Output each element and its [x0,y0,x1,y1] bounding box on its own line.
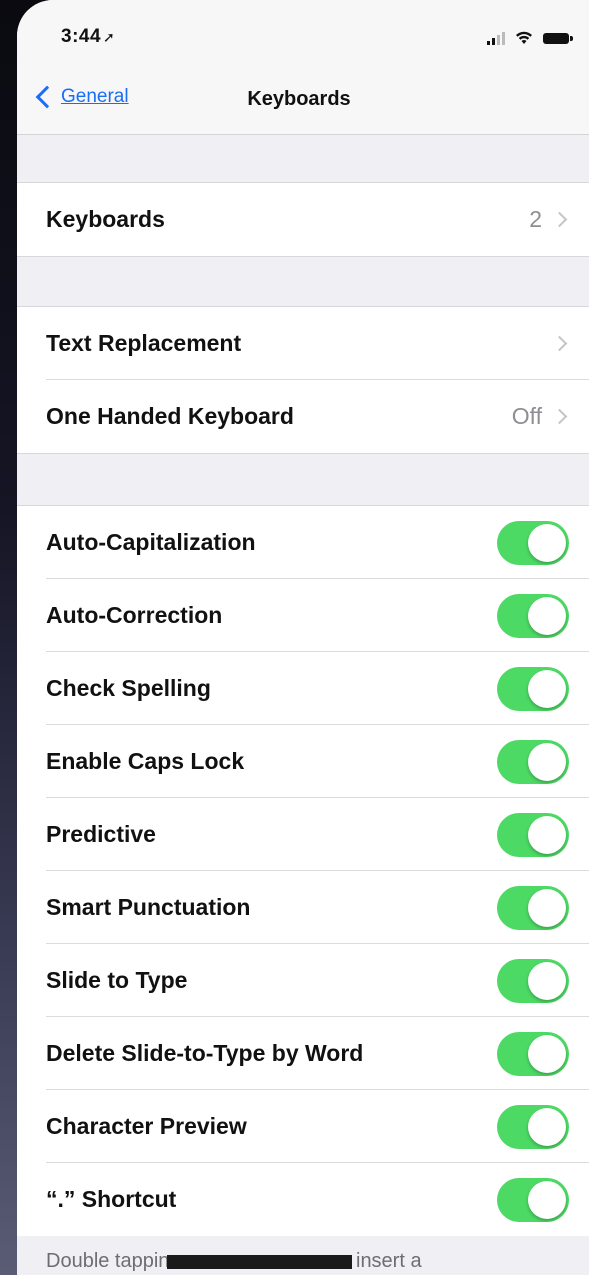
replacement-group: Text Replacement One Handed Keyboard Off [17,306,589,454]
redaction-bar [167,1254,353,1269]
footer-text-before: Double tappin [46,1250,170,1272]
page-title-text: Keyboards [247,88,351,110]
toggle-row-predictive: Predictive [17,798,589,871]
navigation-bar: 3:44 ➚ General Keyboards [17,0,589,135]
toggles-group: Auto-Capitalization Auto-Correction Chec… [17,505,589,1236]
footer-description: Double tappin insert a [46,1250,422,1273]
battery-icon [543,32,573,44]
row-label: One Handed Keyboard [46,403,294,429]
row-value: Off [511,403,542,429]
toggle-row-slide-to-type: Slide to Type [17,944,589,1017]
smart-punctuation-switch[interactable] [497,885,569,930]
toggle-row-delete-slide-to-type: Delete Slide-to-Type by Word [17,1017,589,1090]
toggle-row-enable-caps-lock: Enable Caps Lock [17,725,589,798]
toggle-row-auto-capitalization: Auto-Capitalization [17,506,589,579]
row-label: Auto-Capitalization [46,529,256,555]
slide-to-type-switch[interactable] [497,958,569,1003]
page-title: Keyboards [17,88,589,111]
row-label: “.” Shortcut [46,1186,177,1212]
wifi-icon [516,31,532,44]
row-label: Predictive [46,821,156,847]
row-label: Keyboards [46,206,165,232]
period-shortcut-switch[interactable] [497,1177,569,1222]
character-preview-switch[interactable] [497,1104,569,1149]
toggle-row-auto-correction: Auto-Correction [17,579,589,652]
row-value: 2 [529,206,542,232]
predictive-switch[interactable] [497,812,569,857]
keyboards-group: Keyboards 2 [17,182,589,257]
keyboards-row[interactable]: Keyboards 2 [17,183,589,256]
row-label: Character Preview [46,1113,247,1139]
settings-screen: 3:44 ➚ General Keyboards Keyboards 2 Tex… [17,0,589,1275]
toggle-row-period-shortcut: “.” Shortcut [17,1163,589,1236]
enable-caps-lock-switch[interactable] [497,739,569,784]
location-arrow-icon: ➚ [103,29,116,45]
row-label: Text Replacement [46,330,242,356]
delete-slide-to-type-switch[interactable] [497,1031,569,1076]
chevron-right-icon [551,211,568,228]
status-time: 3:44 ➚ [61,26,115,48]
row-label: Enable Caps Lock [46,748,245,774]
auto-correction-switch[interactable] [497,593,569,638]
one-handed-keyboard-row[interactable]: One Handed Keyboard Off [17,380,589,453]
status-icons [487,30,573,46]
toggle-row-character-preview: Character Preview [17,1090,589,1163]
text-replacement-row[interactable]: Text Replacement [17,307,589,380]
row-label: Check Spelling [46,675,211,701]
cellular-signal-icon [487,31,505,45]
row-label: Smart Punctuation [46,894,251,920]
row-label: Delete Slide-to-Type by Word [46,1040,364,1066]
toggle-row-check-spelling: Check Spelling [17,652,589,725]
chevron-right-icon [551,335,568,352]
footer-text-after: insert a [350,1250,422,1272]
toggle-row-smart-punctuation: Smart Punctuation [17,871,589,944]
check-spelling-switch[interactable] [497,666,569,711]
row-label: Auto-Correction [46,602,223,628]
chevron-right-icon [551,408,568,425]
auto-capitalization-switch[interactable] [497,520,569,565]
row-label: Slide to Type [46,967,188,993]
status-time-text: 3:44 [61,26,102,47]
